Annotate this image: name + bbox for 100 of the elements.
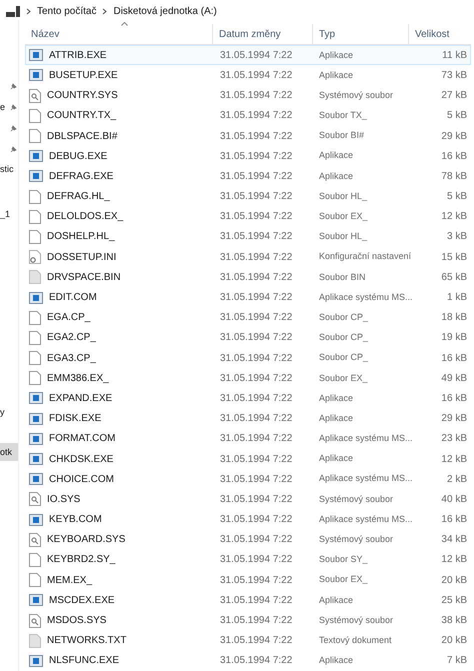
type-cell-text: Textový dokument	[318, 634, 393, 647]
date-cell-text: 31.05.1994 7:22	[219, 109, 294, 124]
settings-file-icon	[29, 250, 41, 264]
file-row[interactable]: KEYB.COM 31.05.1994 7:22 Aplikace systému MS... 16 kB	[25, 510, 471, 530]
file-name: NLSFUNC.EXE	[49, 654, 120, 668]
date-cell-text: 31.05.1994 7:22	[219, 412, 294, 426]
file-row[interactable]: DEBUG.EXE 31.05.1994 7:22 Aplikace 16 kB	[25, 146, 471, 166]
blank-file-icon	[29, 230, 41, 244]
column-header[interactable]: Velikost	[415, 26, 450, 42]
file-row[interactable]: FORMAT.COM 31.05.1994 7:22 Aplikace systému MS... 23 kB	[25, 428, 471, 449]
file-name: DELOLDOS.EX_	[47, 210, 124, 224]
size-cell-text: 73 kB	[440, 68, 468, 83]
type-cell-text: Aplikace systému MS...	[318, 472, 414, 486]
file-row[interactable]: IO.SYS 31.05.1994 7:22 Systémový soubor 40 kB	[25, 489, 471, 510]
date-cell-text: 31.05.1994 7:22	[219, 553, 294, 568]
file-row[interactable]: NLSFUNC.EXE 31.05.1994 7:22 Aplikace 7 kB	[25, 650, 471, 671]
size-cell-text: 29 kB	[440, 412, 468, 426]
file-row[interactable]: ATTRIB.EXE 31.05.1994 7:22 Aplikace 11 kB	[25, 45, 471, 66]
date-cell-text: 31.05.1994 7:22	[219, 230, 294, 244]
file-row[interactable]: EGA3.CP_ 31.05.1994 7:22 Soubor CP_ 16 kB	[25, 348, 471, 368]
file-row[interactable]: MSCDEX.EXE 31.05.1994 7:22 Aplikace 25 kB	[25, 590, 471, 610]
type-cell-text: Systémový soubor	[318, 533, 394, 546]
file-row[interactable]: DRVSPACE.BIN 31.05.1994 7:22 Soubor BIN 65 kB	[25, 267, 471, 288]
application-icon	[29, 49, 43, 62]
type-cell-text: Aplikace	[318, 170, 354, 183]
file-row[interactable]: MSDOS.SYS 31.05.1994 7:22 Systémový soubor 38 kB	[25, 610, 471, 631]
application-icon	[29, 69, 43, 82]
date-cell-text: 31.05.1994 7:22	[219, 68, 294, 83]
breadcrumb-item[interactable]: Tento počítač	[37, 4, 96, 19]
size-cell-text: 12 kB	[440, 452, 468, 467]
file-row[interactable]: COUNTRY.TX_ 31.05.1994 7:22 Soubor TX_ 5 kB	[25, 106, 471, 126]
file-row[interactable]: BUSETUP.EXE 31.05.1994 7:22 Aplikace 73 kB	[25, 65, 471, 86]
type-cell-text: Soubor EX_	[318, 210, 369, 224]
type-cell-text: Soubor CP_	[318, 331, 370, 344]
date-cell-text: 31.05.1994 7:22	[219, 492, 294, 507]
file-row[interactable]: NETWORKS.TXT 31.05.1994 7:22 Textový dokument 20 kB	[25, 630, 471, 651]
size-cell-text: 40 kB	[440, 492, 468, 507]
date-cell-text: 31.05.1994 7:22	[219, 352, 294, 366]
type-cell-text: Soubor EX_	[318, 573, 369, 586]
file-row[interactable]: DOSSETUP.INI 31.05.1994 7:22 Konfigurační nastavení 15 kB	[25, 247, 471, 268]
file-row[interactable]: EMM386.EX_ 31.05.1994 7:22 Soubor EX_ 49 kB	[25, 368, 471, 388]
computer-icon	[6, 6, 20, 17]
file-row[interactable]: DELOLDOS.EX_ 31.05.1994 7:22 Soubor EX_ 12 kB	[25, 206, 471, 227]
file-name: EGA.CP_	[47, 311, 90, 326]
file-row[interactable]: DEFRAG.EXE 31.05.1994 7:22 Aplikace 78 kB	[25, 166, 471, 186]
application-icon	[29, 170, 43, 182]
blank-file-icon	[29, 210, 41, 224]
file-row[interactable]: KEYBOARD.SYS 31.05.1994 7:22 Systémový soubor 34 kB	[25, 530, 471, 550]
type-cell-text: Soubor SY_	[318, 553, 369, 566]
application-icon	[29, 473, 43, 486]
file-row[interactable]: EXPAND.EXE 31.05.1994 7:22 Aplikace 16 kB	[25, 388, 471, 409]
blank-file-icon	[29, 108, 41, 123]
file-row[interactable]: KEYBRD2.SY_ 31.05.1994 7:22 Soubor SY_ 12 kB	[25, 550, 471, 570]
file-name: EGA3.CP_	[47, 352, 96, 366]
document-icon	[29, 634, 41, 648]
file-row[interactable]: FDISK.EXE 31.05.1994 7:22 Aplikace 29 kB	[25, 408, 471, 429]
file-row[interactable]: EDIT.COM 31.05.1994 7:22 Aplikace systému MS... 1 kB	[25, 287, 471, 308]
column-header[interactable]: Datum změny	[219, 26, 281, 42]
sidebar-item[interactable]: otk	[0, 443, 18, 462]
size-cell-text: 16 kB	[440, 513, 468, 528]
application-icon	[29, 432, 43, 445]
type-cell-text: Soubor HL_	[318, 190, 368, 203]
file-row[interactable]: DEFRAG.HL_ 31.05.1994 7:22 Soubor HL_ 5 kB	[25, 186, 471, 207]
file-name: EMM386.EX_	[47, 372, 109, 386]
file-row[interactable]: EGA2.CP_ 31.05.1994 7:22 Soubor CP_ 19 kB	[25, 328, 471, 348]
date-cell-text: 31.05.1994 7:22	[219, 291, 294, 306]
system-file-icon	[29, 532, 41, 547]
file-name: ATTRIB.EXE	[49, 48, 107, 63]
date-cell-text: 31.05.1994 7:22	[219, 654, 294, 668]
file-row[interactable]: DOSHELP.HL_ 31.05.1994 7:22 Soubor HL_ 3 kB	[25, 226, 471, 248]
file-row[interactable]: COUNTRY.SYS 31.05.1994 7:22 Systémový soubor 27 kB	[25, 86, 471, 106]
size-cell-text: 18 kB	[440, 311, 468, 326]
file-row[interactable]: EGA.CP_ 31.05.1994 7:22 Soubor CP_ 18 kB	[25, 308, 471, 328]
file-name: MSCDEX.EXE	[49, 594, 115, 608]
file-row[interactable]: CHOICE.COM 31.05.1994 7:22 Aplikace systému MS... 2 kB	[25, 469, 471, 490]
breadcrumb-item[interactable]: Disketová jednotka (A:)	[113, 4, 217, 19]
system-file-icon	[29, 88, 41, 103]
date-cell-text: 31.05.1994 7:22	[219, 48, 294, 63]
column-header[interactable]: Typ	[319, 26, 336, 42]
chevron-icon	[26, 8, 31, 15]
type-cell-text: Systémový soubor	[318, 614, 394, 627]
type-cell-text: Soubor HL_	[318, 230, 368, 244]
date-cell-text: 31.05.1994 7:22	[219, 150, 294, 164]
date-cell-text: 31.05.1994 7:22	[219, 170, 294, 184]
column-header[interactable]: Název	[31, 26, 60, 42]
size-cell-text: 49 kB	[440, 372, 468, 386]
sidebar-label: otk	[0, 446, 12, 460]
size-cell-text: 16 kB	[440, 392, 468, 406]
file-row[interactable]: DBLSPACE.BI# 31.05.1994 7:22 Soubor BI# 29 kB	[25, 126, 471, 146]
date-cell-text: 31.05.1994 7:22	[219, 392, 294, 406]
file-name: BUSETUP.EXE	[49, 68, 118, 83]
size-cell-text: 25 kB	[440, 594, 468, 608]
application-icon	[29, 453, 43, 466]
file-row[interactable]: CHKDSK.EXE 31.05.1994 7:22 Aplikace 12 kB	[25, 448, 471, 470]
file-row[interactable]: MEM.EX_ 31.05.1994 7:22 Soubor EX_ 20 kB	[25, 570, 471, 590]
system-file-icon	[29, 614, 41, 628]
type-cell-text: Systémový soubor	[318, 88, 394, 102]
date-cell-text: 31.05.1994 7:22	[219, 452, 294, 467]
size-cell-text: 11 kB	[441, 48, 468, 63]
date-cell-text: 31.05.1994 7:22	[219, 594, 294, 608]
